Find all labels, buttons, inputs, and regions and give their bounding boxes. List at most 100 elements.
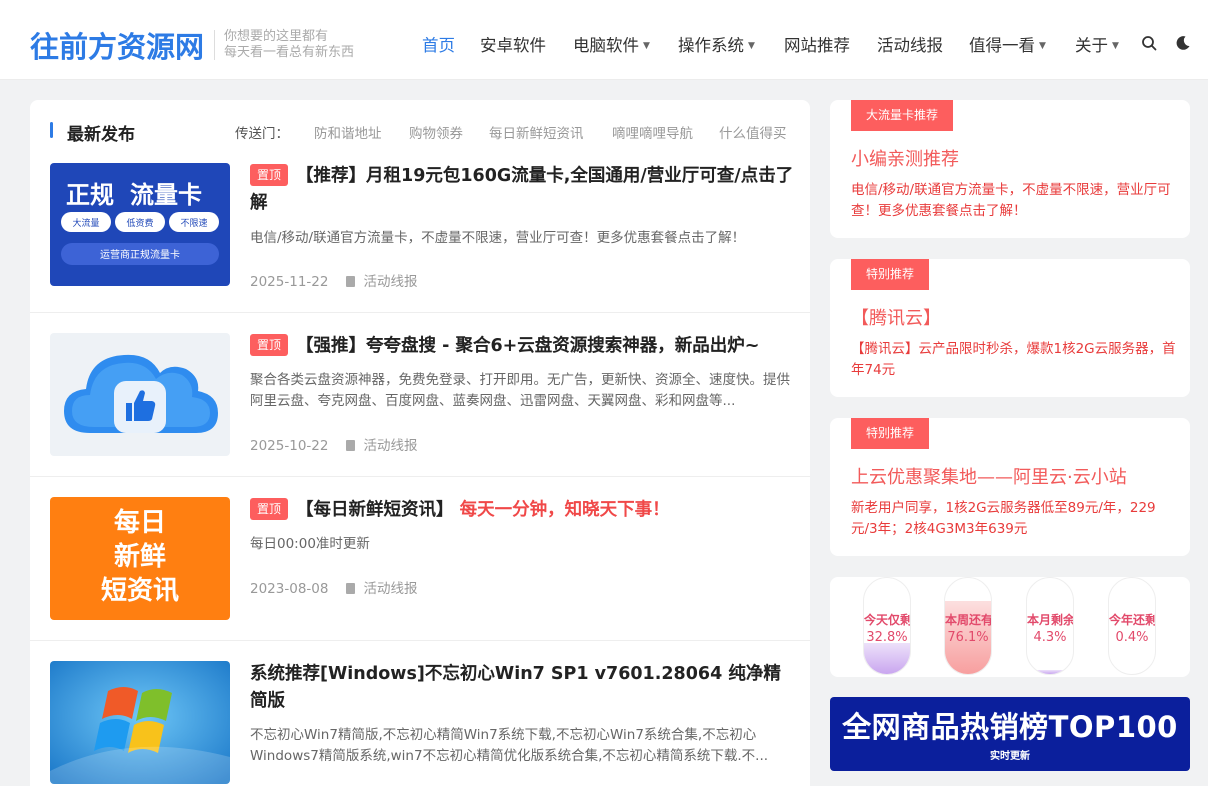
time-progress-label: 本月剩余 bbox=[1027, 613, 1074, 627]
post-thumbnail[interactable]: 正规 流量卡 大流量 低资费 不限速 运营商正规流量卡 bbox=[50, 163, 230, 286]
portal-link-worth-buying[interactable]: 什么值得买 bbox=[719, 122, 787, 142]
daily-news-image: 每日 新鲜 短资讯 bbox=[50, 497, 230, 620]
nav-site-recommend[interactable]: 网站推荐 bbox=[784, 32, 850, 56]
thumb-footer: 运营商正规流量卡 bbox=[100, 248, 180, 261]
post-separator bbox=[30, 312, 810, 313]
thumb-line: 短资讯 bbox=[101, 576, 179, 606]
post-meta: 2025-11-22 活动线报 bbox=[250, 270, 417, 290]
nav-android-software[interactable]: 安卓软件 bbox=[480, 32, 546, 56]
thumb-line: 每日 bbox=[114, 507, 166, 538]
post-title[interactable]: 系统推荐[Windows]不忘初心Win7 SP1 v7601.28064 纯净… bbox=[250, 661, 795, 715]
time-progress-label: 今年还剩 bbox=[1109, 613, 1156, 627]
section-title: 最新发布 bbox=[67, 125, 135, 145]
chevron-down-icon: ▼ bbox=[748, 41, 755, 51]
thumb-tag: 大流量 bbox=[72, 217, 99, 229]
thumb-tag: 不限速 bbox=[180, 218, 207, 229]
time-progress-value: 4.3% bbox=[1033, 630, 1067, 645]
banner-subtitle: 实时更新 bbox=[990, 751, 1030, 762]
folder-icon bbox=[346, 440, 356, 451]
post-meta: 2025-10-22 活动线报 bbox=[250, 434, 417, 454]
section-title-marker bbox=[50, 122, 53, 138]
tagline-line-1: 你想要的这里都有 bbox=[224, 29, 329, 44]
sidebar-widget-tencent-cloud: 特别推荐 【腾讯云】 【腾讯云】云产品限时秒杀，爆款1核2G云服务器，首年74元 bbox=[830, 259, 1190, 397]
portal-link-coupons[interactable]: 购物领券 bbox=[409, 122, 463, 142]
latest-posts-panel: 最新发布 传送门： 防和谐地址 购物领券 每日新鲜短资讯 嘀哩嘀哩导航 什么值得… bbox=[30, 100, 810, 786]
widget-desc: 新老用户同享，1核2G云服务器低至89元/年，229元/3年；2核4G3M3年6… bbox=[851, 500, 1156, 537]
nav-home[interactable]: 首页 bbox=[422, 32, 455, 56]
time-progress-value: 76.1% bbox=[947, 630, 989, 645]
post-category[interactable]: 活动线报 bbox=[346, 581, 417, 597]
widget-title[interactable]: 小编亲测推荐 bbox=[851, 145, 959, 171]
site-header: 往前方资源网 你想要的这里都有 每天看一看总有新东西 首页 安卓软件 电脑软件 ▼… bbox=[0, 0, 1208, 80]
post-meta: 2023-08-08 活动线报 bbox=[250, 577, 417, 597]
search-icon[interactable] bbox=[1141, 35, 1157, 51]
post-thumbnail[interactable] bbox=[50, 333, 230, 456]
nav-worth-seeing[interactable]: 值得一看 ▼ bbox=[969, 32, 1046, 56]
post-category[interactable]: 活动线报 bbox=[346, 438, 417, 454]
pinned-badge: 置顶 bbox=[250, 164, 289, 186]
cloud-thumbs-up-image bbox=[50, 333, 230, 456]
post-date: 2025-10-22 bbox=[250, 438, 329, 454]
time-progress-pill: 本月剩余 4.3% bbox=[1026, 577, 1074, 675]
hot-sales-banner[interactable]: 全网商品热销榜TOP100 实时更新 bbox=[830, 697, 1190, 771]
folder-icon bbox=[346, 276, 356, 287]
time-progress-pill: 本周还有 76.1% bbox=[944, 577, 992, 675]
time-progress-widget: 今天仅剩 32.8% 本周还有 76.1% 本月剩余 4.3% 今年还剩 0.4% bbox=[830, 577, 1190, 677]
thumb-headline-b: 流量卡 bbox=[130, 181, 202, 209]
nav-activity-news[interactable]: 活动线报 bbox=[877, 32, 943, 56]
time-progress-value: 0.4% bbox=[1115, 630, 1149, 645]
post-title[interactable]: 置顶 【推荐】月租19元包160G流量卡,全国通用/营业厅可查/点击了解 bbox=[250, 163, 795, 217]
pinned-badge: 置顶 bbox=[250, 498, 289, 520]
data-card-banner-image: 正规 流量卡 大流量 低资费 不限速 运营商正规流量卡 bbox=[50, 163, 230, 286]
nav-about[interactable]: 关于 ▼ bbox=[1075, 32, 1119, 56]
portal-link-navigation[interactable]: 嘀哩嘀哩导航 bbox=[612, 122, 693, 142]
widget-title[interactable]: 上云优惠聚集地——阿里云·云小站 bbox=[851, 463, 1127, 489]
post-title-highlight: 每天一分钟，知晓天下事！ bbox=[459, 500, 670, 520]
sidebar-widget-aliyun: 特别推荐 上云优惠聚集地——阿里云·云小站 新老用户同享，1核2G云服务器低至8… bbox=[830, 418, 1190, 556]
post-thumbnail[interactable] bbox=[50, 661, 230, 784]
widget-desc: 电信/移动/联通官方流量卡，不虚量不限速，营业厅可查！更多优惠套餐点击了解！ bbox=[851, 182, 1171, 219]
post-date: 2025-11-22 bbox=[250, 274, 329, 290]
chevron-down-icon: ▼ bbox=[643, 41, 650, 51]
portal-link-mirror[interactable]: 防和谐地址 bbox=[314, 122, 382, 142]
dark-mode-icon[interactable] bbox=[1175, 35, 1191, 51]
portal-label: 传送门： bbox=[235, 126, 289, 142]
sidebar-widget-data-card: 大流量卡推荐 小编亲测推荐 电信/移动/联通官方流量卡，不虚量不限速，营业厅可查… bbox=[830, 100, 1190, 238]
time-progress-fill bbox=[1027, 669, 1073, 674]
thumb-tag: 低资费 bbox=[126, 217, 153, 229]
banner-title: 全网商品热销榜TOP100 bbox=[842, 710, 1178, 744]
post-date: 2023-08-08 bbox=[250, 581, 329, 597]
widget-badge: 大流量卡推荐 bbox=[851, 100, 954, 131]
nav-operating-system[interactable]: 操作系统 ▼ bbox=[678, 32, 755, 56]
windows7-image bbox=[50, 661, 230, 784]
nav-pc-software[interactable]: 电脑软件 ▼ bbox=[573, 32, 650, 56]
thumb-headline-a: 正规 bbox=[66, 181, 114, 209]
chevron-down-icon: ▼ bbox=[1112, 41, 1119, 51]
folder-icon bbox=[346, 583, 356, 594]
post-separator bbox=[30, 640, 810, 641]
logo-divider bbox=[214, 30, 215, 60]
post-thumbnail[interactable]: 每日 新鲜 短资讯 bbox=[50, 497, 230, 620]
post-title[interactable]: 置顶 【每日新鲜短资讯】 每天一分钟，知晓天下事！ bbox=[250, 497, 795, 524]
widget-badge: 特别推荐 bbox=[851, 418, 930, 449]
site-logo[interactable]: 往前方资源网 bbox=[30, 24, 204, 66]
portal-link-daily-news[interactable]: 每日新鲜短资讯 bbox=[489, 122, 584, 142]
post-separator bbox=[30, 476, 810, 477]
time-progress-pill: 今年还剩 0.4% bbox=[1108, 577, 1156, 675]
time-progress-fill bbox=[864, 642, 910, 674]
widget-title[interactable]: 【腾讯云】 bbox=[851, 304, 941, 330]
thumb-line: 新鲜 bbox=[114, 541, 166, 572]
post-excerpt: 聚合各类云盘资源神器，免费免登录、打开即用。无广告，更新快、资源全、速度快。提供… bbox=[250, 372, 790, 409]
post-category[interactable]: 活动线报 bbox=[346, 274, 417, 290]
tagline-line-2: 每天看一看总有新东西 bbox=[224, 45, 355, 60]
post-title[interactable]: 置顶 【强推】夸夸盘搜 - 聚合6+云盘资源搜索神器，新品出炉~ bbox=[250, 333, 795, 360]
post-excerpt: 每日00:00准时更新 bbox=[250, 536, 370, 552]
time-progress-value: 32.8% bbox=[866, 630, 908, 645]
widget-desc: 【腾讯云】云产品限时秒杀，爆款1核2G云服务器，首年74元 bbox=[851, 341, 1176, 378]
pinned-badge: 置顶 bbox=[250, 334, 289, 356]
post-excerpt: 不忘初心Win7精简版,不忘初心精简Win7系统下载,不忘初心Win7系统合集,… bbox=[250, 727, 769, 764]
time-progress-label: 本周还有 bbox=[945, 613, 992, 627]
time-progress-label: 今天仅剩 bbox=[864, 613, 911, 627]
time-progress-pill: 今天仅剩 32.8% bbox=[863, 577, 911, 675]
site-tagline: 你想要的这里都有 每天看一看总有新东西 bbox=[224, 29, 354, 61]
